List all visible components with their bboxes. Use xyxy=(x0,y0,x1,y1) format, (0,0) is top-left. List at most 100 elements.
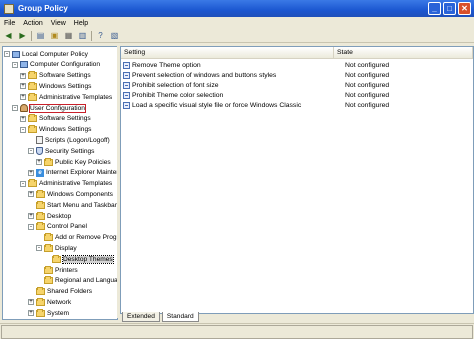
tree-item[interactable]: + Windows Components xyxy=(28,189,113,199)
tree-item[interactable]: - User Configuration xyxy=(12,103,86,113)
expand-icon[interactable]: + xyxy=(28,169,34,176)
tree-item[interactable]: - Administrative Templates xyxy=(20,179,112,189)
expand-icon[interactable]: + xyxy=(28,310,34,317)
setting-state: Not configured xyxy=(345,81,390,89)
expand-icon[interactable]: + xyxy=(28,213,34,219)
tree-item-label: Windows Components xyxy=(47,190,113,198)
expand-icon[interactable]: + xyxy=(20,83,26,90)
folder-icon xyxy=(28,81,37,90)
setting-name: Remove Theme option xyxy=(132,61,201,69)
tree-item[interactable]: + Network xyxy=(28,297,71,307)
tree-item[interactable]: + Desktop xyxy=(28,211,71,221)
maximize-icon[interactable]: □ xyxy=(443,2,456,15)
collapse-icon[interactable]: - xyxy=(12,105,18,111)
tree-item[interactable]: Scripts (Logon/Logoff) xyxy=(28,135,110,145)
minimize-icon[interactable]: _ xyxy=(428,2,441,15)
back-arrow-icon[interactable]: ◀ xyxy=(3,30,14,41)
expand-icon[interactable]: + xyxy=(28,191,34,198)
title-bar[interactable]: Group Policy _ □ ✕ xyxy=(0,0,474,17)
export-list-icon[interactable]: ▥ xyxy=(77,30,88,41)
collapse-icon[interactable]: - xyxy=(36,245,42,252)
list-item[interactable]: Prohibit Theme color selection Not config… xyxy=(121,90,473,100)
tree-item[interactable]: Printers xyxy=(36,265,78,275)
script-icon xyxy=(36,136,43,145)
tree-item-label: Control Panel xyxy=(47,223,87,231)
tree-item[interactable]: - Display xyxy=(36,243,77,253)
tree-item[interactable]: + e Internet Explorer Mainter xyxy=(28,168,118,178)
setting-state: Not configured xyxy=(345,71,390,79)
tree-item[interactable]: Start Menu and Taskbar xyxy=(28,200,117,210)
tree-item[interactable]: + Administrative Templates xyxy=(20,92,112,102)
menu-help[interactable]: Help xyxy=(70,20,92,27)
tree-item[interactable]: + Windows Settings xyxy=(20,81,91,91)
collapse-icon[interactable]: - xyxy=(20,180,26,187)
expand-icon[interactable]: + xyxy=(20,94,26,101)
tree-item[interactable]: - Windows Settings xyxy=(20,125,91,135)
up-level-icon[interactable]: ▣ xyxy=(49,30,60,41)
tree-item[interactable]: + Software Settings xyxy=(20,71,91,81)
toolbar-separator xyxy=(31,30,32,41)
setting-name: Prohibit selection of font size xyxy=(132,81,219,89)
properties-icon[interactable]: ▦ xyxy=(63,30,74,41)
list-item[interactable]: Prevent selection of windows and buttons… xyxy=(121,70,473,80)
tree-item[interactable]: Add or Remove Progr xyxy=(36,233,117,243)
list-item[interactable]: Remove Theme option Not configured xyxy=(121,60,473,70)
collapse-icon[interactable]: - xyxy=(28,223,34,230)
tree-item[interactable]: - Computer Configuration xyxy=(12,60,100,70)
tree-item-label: Internet Explorer Mainter xyxy=(46,169,118,177)
forward-arrow-icon[interactable]: ▶ xyxy=(17,30,28,41)
tree-item-label: Administrative Templates xyxy=(39,93,113,101)
menu-view[interactable]: View xyxy=(47,20,70,27)
collapse-icon[interactable]: - xyxy=(4,51,10,57)
tree-item[interactable]: + Public Key Policies xyxy=(36,157,111,167)
tree-item[interactable]: - Control Panel xyxy=(28,222,87,232)
folder-icon xyxy=(44,233,53,242)
expand-icon[interactable]: + xyxy=(36,159,42,165)
tree-item[interactable]: Regional and Languag xyxy=(36,276,117,286)
help-topics-icon[interactable]: ▧ xyxy=(109,30,120,41)
folder-icon xyxy=(36,211,45,220)
tree-item[interactable]: - Security Settings xyxy=(28,146,94,156)
tree-item[interactable]: + System xyxy=(28,308,69,318)
column-header-setting[interactable]: Setting xyxy=(121,47,334,58)
collapse-icon[interactable]: - xyxy=(20,126,26,133)
expand-icon[interactable]: + xyxy=(20,72,26,79)
folder-icon xyxy=(44,265,53,274)
computer-policy-icon xyxy=(12,50,20,58)
menu-action[interactable]: Action xyxy=(19,20,46,27)
computer-icon xyxy=(20,61,28,69)
folder-icon xyxy=(44,243,53,252)
list-item[interactable]: Load a specific visual style file or for… xyxy=(121,100,473,110)
toolbar: ◀ ▶ ▤ ▣ ▦ ▥ ? ▧ xyxy=(0,29,474,43)
folder-icon xyxy=(36,200,45,209)
tree-item-label: Local Computer Policy xyxy=(22,50,88,58)
menu-bar: File Action View Help xyxy=(0,17,474,29)
tree-item[interactable]: Shared Folders xyxy=(28,287,92,297)
setting-name: Prohibit Theme color selection xyxy=(132,91,224,99)
policy-tree[interactable]: - Local Computer Policy - Computer Configur… xyxy=(2,46,118,320)
tab-standard[interactable]: Standard xyxy=(161,312,199,322)
ie-icon: e xyxy=(36,168,44,177)
tree-item[interactable]: Desktop Themes xyxy=(44,254,114,264)
expand-icon[interactable]: + xyxy=(28,299,34,306)
collapse-icon[interactable]: - xyxy=(28,148,34,155)
tree-item-label: User Configuration xyxy=(29,103,86,113)
group-policy-window: Group Policy _ □ ✕ File Action View Help… xyxy=(0,0,474,339)
tab-extended[interactable]: Extended xyxy=(122,312,160,322)
menu-file[interactable]: File xyxy=(0,20,19,27)
setting-state: Not configured xyxy=(345,101,390,109)
tree-item[interactable]: + Software Settings xyxy=(20,114,91,124)
setting-state: Not configured xyxy=(345,91,390,99)
column-header-state[interactable]: State xyxy=(334,47,473,58)
tree-item-label: Windows Settings xyxy=(39,82,92,90)
settings-list[interactable]: Setting State Remove Theme option Not con… xyxy=(120,46,474,314)
folder-icon xyxy=(44,276,53,285)
folder-icon xyxy=(44,157,53,166)
show-hide-tree-icon[interactable]: ▤ xyxy=(35,30,46,41)
collapse-icon[interactable]: - xyxy=(12,61,18,68)
expand-icon[interactable]: + xyxy=(20,115,26,122)
list-item[interactable]: Prohibit selection of font size Not confi… xyxy=(121,80,473,90)
close-icon[interactable]: ✕ xyxy=(458,2,471,15)
help-icon[interactable]: ? xyxy=(95,30,106,41)
tree-item[interactable]: - Local Computer Policy xyxy=(4,49,88,59)
